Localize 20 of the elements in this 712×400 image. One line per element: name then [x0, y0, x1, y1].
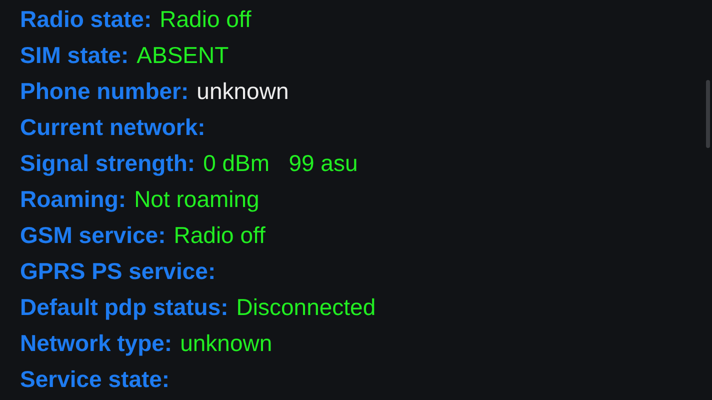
- field-label: Current network:: [20, 112, 206, 142]
- field-label: Network type:: [20, 328, 172, 358]
- scrollbar[interactable]: [706, 80, 710, 148]
- field-label: SIM state:: [20, 40, 129, 70]
- field-label: Phone number:: [20, 76, 189, 106]
- field-label: Signal strength:: [20, 148, 196, 178]
- field-value: unknown: [196, 76, 289, 106]
- field-value: Radio off: [160, 4, 252, 34]
- field-value: ABSENT: [136, 40, 229, 70]
- field-label: GSM service:: [20, 220, 166, 250]
- field-label: Service state:: [20, 364, 170, 394]
- field-label: Roaming:: [20, 184, 126, 214]
- field-value: Not roaming: [134, 184, 260, 214]
- field-value: Radio off: [174, 220, 266, 250]
- field-label: Default pdp status:: [20, 292, 228, 322]
- field-label: Radio state:: [20, 4, 152, 34]
- field-value: 0 dBm 99 asu: [203, 148, 358, 178]
- field-label: GPRS PS service:: [20, 256, 216, 286]
- field-value: Disconnected: [236, 292, 376, 322]
- field-value: unknown: [180, 328, 272, 358]
